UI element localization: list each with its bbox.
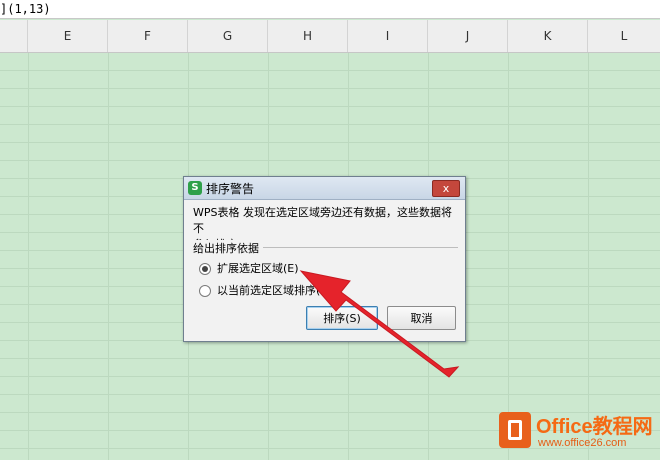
watermark-brand: Office教程网 xyxy=(536,416,653,438)
watermark-url: www.office26.com xyxy=(538,437,627,449)
office-logo-icon xyxy=(499,412,531,448)
red-arrow-annotation xyxy=(299,270,460,378)
watermark: Office教程网 www.office26.com xyxy=(496,410,658,456)
